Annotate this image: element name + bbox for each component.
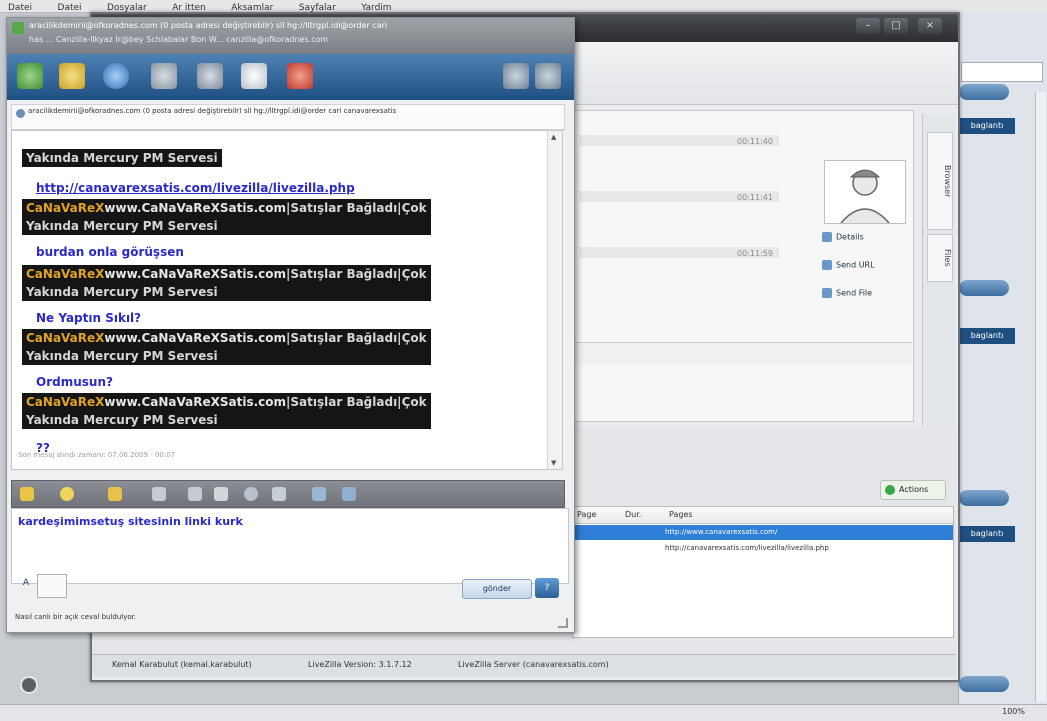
chat-titlebar[interactable]: aracilikdemirii@ofkoradnes.com (0 posta … <box>7 18 574 55</box>
details-button[interactable]: Details <box>822 232 864 242</box>
table-row[interactable]: http://www.canavarexsatis.com/ <box>573 525 953 540</box>
block-icon[interactable] <box>287 63 313 89</box>
menu-icon[interactable] <box>535 63 561 89</box>
document-icon[interactable] <box>241 63 267 89</box>
right-scrollbar[interactable] <box>1035 92 1046 702</box>
send-button[interactable]: gönder <box>462 579 532 599</box>
resize-grip[interactable] <box>558 618 568 628</box>
chat-time: 00:11:40 <box>737 137 773 146</box>
column-header[interactable]: Pages <box>669 510 693 519</box>
background-statusbar: Kemal Karabulut (kemal.karabulut) LiveZi… <box>92 654 956 677</box>
chat-toolbar <box>7 54 574 100</box>
transfer-icon[interactable] <box>151 63 177 89</box>
minimize-icon[interactable]: – <box>856 18 880 34</box>
send-file-button[interactable]: Send File <box>822 288 872 298</box>
users-icon[interactable] <box>197 63 223 89</box>
chat-message: CaNaVaReXwww.CaNaVaReXSatis.com|Satışlar… <box>22 329 431 365</box>
column-header[interactable]: Page <box>577 510 596 519</box>
compose-toolbar <box>11 480 565 508</box>
side-status-tag: baglantı <box>959 328 1015 344</box>
info-icon[interactable] <box>103 63 129 89</box>
status-operator: Kemal Karabulut (kemal.karabulut) <box>112 660 252 669</box>
arrow-icon[interactable] <box>312 487 326 501</box>
template-icon[interactable] <box>152 487 166 501</box>
typing-status: Nasıl canlı bir açık ceval buldulyor. <box>15 613 137 621</box>
chat-message-link[interactable]: http://canavarexsatis.com/livezilla/live… <box>22 177 355 199</box>
chat-message: CaNaVaReXwww.CaNaVaReXSatis.com|Satışlar… <box>22 393 431 429</box>
smiley-icon[interactable] <box>20 487 34 501</box>
user-icon <box>16 109 25 118</box>
side-status-tag: baglantı <box>959 526 1015 542</box>
font-format-icon[interactable]: A <box>19 578 33 592</box>
status-server: LiveZilla Server (canavarexsatis.com) <box>458 660 609 669</box>
globe-icon[interactable] <box>244 487 258 501</box>
actions-button[interactable]: Actions <box>880 480 946 500</box>
column-header[interactable]: Dur. <box>625 510 641 519</box>
visitor-pages-table: Page Dur. Pages http://www.canavarexsati… <box>572 506 954 638</box>
table-row[interactable]: http://canavarexsatis.com/livezilla/live… <box>573 541 953 556</box>
scroll-up-icon[interactable]: ▲ <box>551 133 556 141</box>
close-icon[interactable]: × <box>918 18 942 34</box>
side-status-tag: baglantı <box>959 118 1015 134</box>
taskbar: 100% <box>0 704 1047 721</box>
chat-message: CaNaVaReXwww.CaNaVaReXSatis.com|Satışlar… <box>22 265 431 301</box>
chat-info-header: aracilikdemirii@ofkoradnes.com (0 posta … <box>11 104 565 130</box>
table-icon[interactable] <box>188 487 202 501</box>
image-icon[interactable] <box>214 487 228 501</box>
side-button[interactable] <box>959 280 1009 296</box>
chat-transcript: Yakında Mercury PM Servesi http://canava… <box>11 130 563 470</box>
check-icon[interactable] <box>503 63 529 89</box>
chat-app-icon <box>12 22 24 34</box>
chat-time: 00:11:41 <box>737 193 773 202</box>
visitor-side-tabs: Browser Files <box>922 114 955 434</box>
scroll-down-icon[interactable]: ▼ <box>551 459 556 467</box>
chat-time: 00:11:59 <box>737 249 773 258</box>
send-options-button[interactable]: ? <box>535 578 559 598</box>
zoom-readout[interactable]: 100% <box>1002 707 1025 716</box>
tab-files[interactable]: Files <box>927 234 953 282</box>
side-button[interactable] <box>959 676 1009 692</box>
visitor-avatar <box>824 160 906 224</box>
transcript-scrollbar[interactable]: ▲ ▼ <box>547 131 562 469</box>
chat-title: aracilikdemirii@ofkoradnes.com (0 posta … <box>29 21 388 30</box>
background-emote-row <box>572 342 912 365</box>
message-input[interactable]: kardeşimimsetuş sitesinin linki kurk <box>11 508 569 584</box>
chat-message: Ne Yaptın Sıkıl? <box>36 311 142 325</box>
tab-browser[interactable]: Browser <box>927 132 953 230</box>
send-url-button[interactable]: Send URL <box>822 260 875 270</box>
folder-icon[interactable] <box>59 63 85 89</box>
actions-icon <box>885 484 895 495</box>
right-side-panel: baglantı baglantı baglantı <box>958 12 1047 704</box>
chat-message: Yakında Mercury PM Servesi <box>22 149 222 167</box>
chat-window: aracilikdemirii@ofkoradnes.com (0 posta … <box>6 17 575 633</box>
file-icon <box>822 288 832 298</box>
emoticon-icon[interactable] <box>60 487 74 501</box>
details-icon <box>822 232 832 242</box>
menu-item[interactable]: Datei <box>8 2 32 14</box>
chat-subtitle: has ... Canzilla-Ilkyaz Ir@bey Schlabala… <box>29 35 329 44</box>
link-icon <box>822 260 832 270</box>
chat-message: Ordmusun? <box>36 375 113 389</box>
color-picker[interactable] <box>37 574 67 598</box>
settings-icon[interactable] <box>342 487 356 501</box>
menu-item[interactable]: Datei <box>58 2 82 14</box>
right-search-input[interactable] <box>961 62 1043 82</box>
gear-icon[interactable] <box>20 676 38 694</box>
table-cell: http://canavarexsatis.com/livezilla/live… <box>665 544 829 552</box>
refresh-icon[interactable] <box>17 63 43 89</box>
table-header: Page Dur. Pages <box>573 507 953 524</box>
wink-icon[interactable] <box>108 487 122 501</box>
chat-message: CaNaVaReXwww.CaNaVaReXSatis.com|Satışlar… <box>22 199 431 235</box>
side-button[interactable] <box>959 490 1009 506</box>
last-message-time: Son mesaj alındı zamanı: 07.06.2009 - 00… <box>18 451 176 459</box>
maximize-icon[interactable]: □ <box>884 18 908 34</box>
table-cell: http://www.canavarexsatis.com/ <box>665 528 778 536</box>
status-version: LiveZilla Version: 3.1.7.12 <box>308 660 412 669</box>
side-button[interactable] <box>959 84 1009 100</box>
search-icon[interactable] <box>272 487 286 501</box>
chat-message: burdan onla görüşsen <box>36 245 184 259</box>
